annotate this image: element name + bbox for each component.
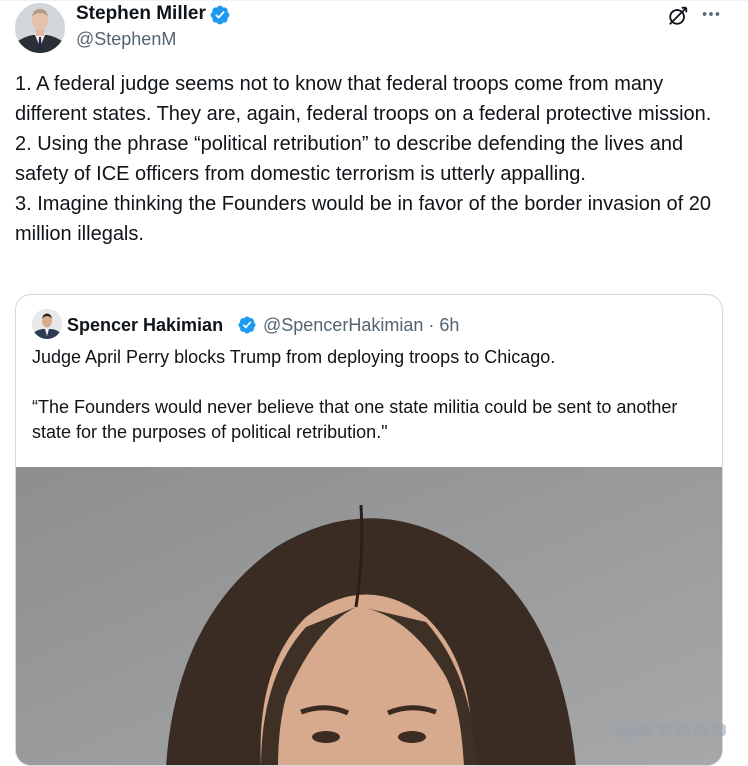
watermark-logo xyxy=(615,722,726,738)
verified-badge-icon xyxy=(210,5,230,25)
quoted-line-2: “The Founders would never believe that o… xyxy=(32,397,678,442)
quoted-line-1: Judge April Perry blocks Trump from depl… xyxy=(32,347,556,367)
more-icon[interactable] xyxy=(700,3,722,25)
tweet-text: 1. A federal judge seems not to know tha… xyxy=(15,69,727,249)
tweet-line-3: 3. Imagine thinking the Founders would b… xyxy=(15,193,711,245)
quoted-tweet-text: Judge April Perry blocks Trump from depl… xyxy=(32,345,704,445)
top-divider xyxy=(0,0,748,1)
quoted-verified-badge-icon xyxy=(238,316,256,334)
quoted-meta: @SpencerHakimian · 6h xyxy=(263,314,459,336)
quoted-tweet-card[interactable]: Spencer Hakimian @SpencerHakimian · 6h J… xyxy=(15,294,723,766)
quoted-author-avatar[interactable] xyxy=(32,309,62,339)
tweet-line-1: 1. A federal judge seems not to know tha… xyxy=(15,73,712,125)
tweet-line-2: 2. Using the phrase “political retributi… xyxy=(15,133,684,185)
author-avatar[interactable] xyxy=(15,3,65,53)
grok-icon[interactable] xyxy=(667,5,689,27)
meta-separator: · xyxy=(428,315,435,335)
quoted-timestamp[interactable]: 6h xyxy=(439,315,459,335)
quoted-author-name[interactable]: Spencer Hakimian xyxy=(67,314,223,336)
author-handle[interactable]: @StephenM xyxy=(76,28,176,50)
author-name[interactable]: Stephen Miller xyxy=(76,2,206,26)
quoted-author-handle[interactable]: @SpencerHakimian xyxy=(263,315,423,335)
